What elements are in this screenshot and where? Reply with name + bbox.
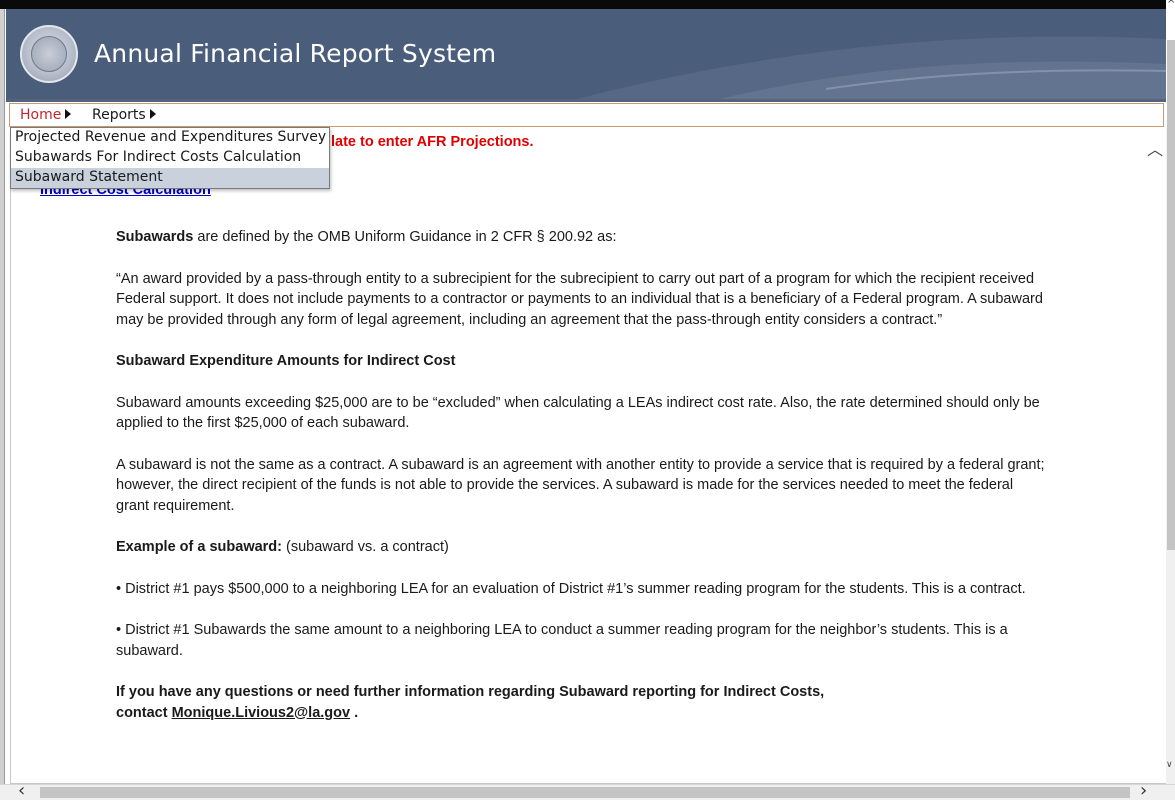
triangle-right-icon — [149, 109, 156, 119]
chevron-right-icon[interactable]: › — [1140, 782, 1147, 800]
triangle-right-icon — [65, 109, 72, 119]
menu-item-subawards-indirect-costs[interactable]: Subawards For Indirect Costs Calculation — [11, 148, 329, 168]
state-seal-icon — [20, 25, 78, 83]
amounts-text: Subaward amounts exceeding $25,000 are t… — [116, 394, 1040, 432]
definition-intro-text: are defined by the OMB Uniform Guidance … — [193, 229, 617, 245]
example-line: Example of a subaward: (subaward vs. a c… — [116, 537, 1046, 558]
contact-paragraph: If you have any questions or need furthe… — [116, 682, 1046, 723]
projection-notice: late to enter AFR Projections. — [331, 134, 534, 150]
contract-text: A subaward is not the same as a contract… — [116, 456, 1045, 514]
definition-intro: Subawards are defined by the OMB Uniform… — [116, 227, 1046, 248]
outer-scroll-up-icon[interactable]: ^ — [1167, 0, 1175, 10]
menu-item-subaward-statement[interactable]: Subaward Statement — [11, 168, 329, 188]
example-label: Example of a subaward: — [116, 539, 282, 555]
menu-home[interactable]: Home — [20, 107, 72, 123]
menu-reports-label: Reports — [92, 107, 146, 123]
amounts-heading: Subaward Expenditure Amounts for Indirec… — [116, 353, 456, 369]
horizontal-scroll-thumb[interactable] — [40, 787, 1130, 798]
vertical-scroll-thumb[interactable] — [1167, 40, 1175, 550]
scroll-down-icon[interactable]: ∨ — [1166, 760, 1175, 780]
menu-item-projected-revenue[interactable]: Projected Revenue and Expenditures Surve… — [11, 128, 329, 148]
window-top-bar — [0, 0, 1175, 9]
contact-prefix: contact — [116, 704, 172, 721]
app-header: Annual Financial Report System — [6, 9, 1166, 102]
chevron-up-icon[interactable]: ︿ — [1147, 140, 1163, 160]
app-title: Annual Financial Report System — [94, 39, 497, 68]
chevron-left-icon[interactable]: ‹ — [18, 782, 25, 800]
subaward-example: • District #1 Subawards the same amount … — [116, 622, 1008, 659]
subawards-term: Subawards — [116, 229, 194, 245]
main-menu-bar: Home Reports — [9, 103, 1164, 127]
window-left-border — [0, 9, 5, 784]
contract-example: • District #1 pays $500,000 to a neighbo… — [116, 580, 1026, 597]
contact-email-link[interactable]: Monique.Livious2@la.gov — [172, 705, 351, 721]
menu-reports[interactable]: Reports — [92, 107, 156, 123]
subaward-content: Subawards are defined by the OMB Uniform… — [116, 227, 1046, 744]
home-dropdown-menu: Projected Revenue and Expenditures Surve… — [10, 127, 330, 189]
menu-home-label: Home — [20, 107, 62, 123]
example-note: (subaward vs. a contract) — [282, 539, 449, 555]
questions-text: If you have any questions or need furthe… — [116, 684, 825, 700]
contact-suffix: . — [350, 704, 359, 721]
definition-quote: “An award provided by a pass-through ent… — [116, 270, 1043, 328]
